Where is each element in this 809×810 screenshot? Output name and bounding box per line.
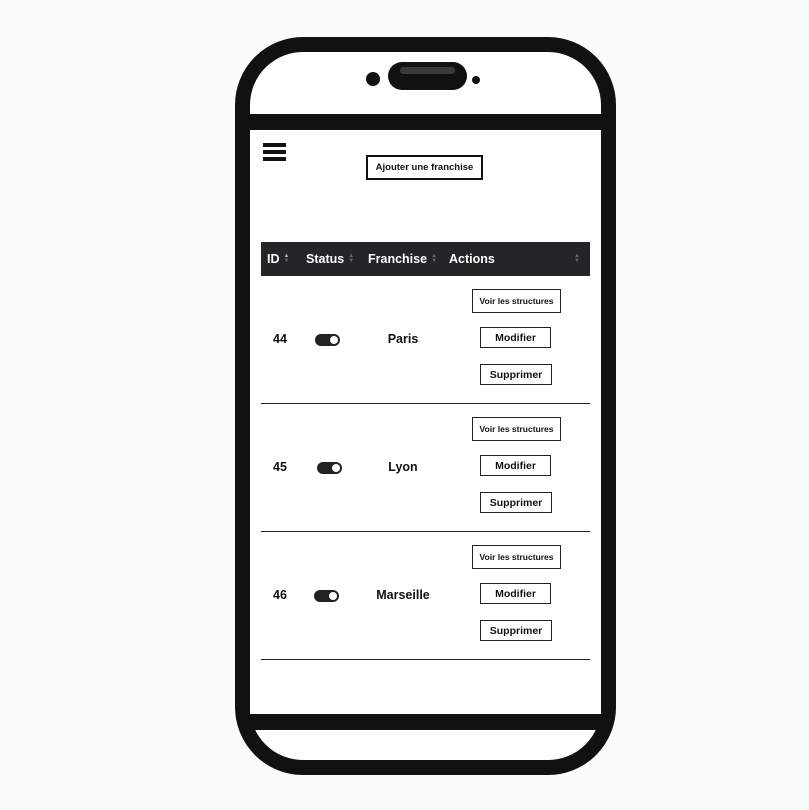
bottom-bezel-bar: [250, 714, 601, 730]
table-row: 46 Marseille Voir les structures Modifie…: [261, 532, 590, 660]
column-header-status[interactable]: Status ▲ ▼: [306, 242, 354, 276]
column-header-franchise[interactable]: Franchise ▲ ▼: [368, 242, 437, 276]
top-bezel-bar: [250, 114, 601, 130]
view-structures-button[interactable]: Voir les structures: [472, 289, 561, 313]
table-row: 45 Lyon Voir les structures Modifier Sup…: [261, 404, 590, 532]
column-header-actions: Actions: [449, 252, 495, 266]
sort-arrows-icon[interactable]: ▲ ▼: [284, 253, 290, 264]
edit-button[interactable]: Modifier: [480, 455, 551, 476]
delete-button[interactable]: Supprimer: [480, 620, 552, 641]
edit-button[interactable]: Modifier: [480, 327, 551, 348]
app-screen: Ajouter une franchise ID ▲ ▼ Status ▲ ▼ Fr…: [250, 130, 601, 714]
franchise-name: Paris: [387, 332, 419, 346]
speaker-pill: [388, 62, 467, 90]
sort-arrows-icon[interactable]: ▲ ▼: [574, 242, 580, 276]
view-structures-button[interactable]: Voir les structures: [472, 545, 561, 569]
sort-arrows-icon[interactable]: ▲ ▼: [431, 253, 437, 264]
edit-button[interactable]: Modifier: [480, 583, 551, 604]
status-toggle-icon[interactable]: [315, 334, 340, 346]
table-row: 44 Paris Voir les structures Modifier Su…: [261, 276, 590, 404]
franchise-name: Lyon: [388, 460, 418, 474]
row-id: 45: [273, 460, 287, 474]
phone-frame: Ajouter une franchise ID ▲ ▼ Status ▲ ▼ Fr…: [235, 37, 616, 775]
franchise-name: Marseille: [376, 588, 430, 602]
front-camera-icon: [366, 72, 380, 86]
hamburger-menu-icon[interactable]: [263, 143, 286, 161]
add-franchise-button[interactable]: Ajouter une franchise: [366, 155, 483, 180]
column-header-id[interactable]: ID ▲ ▼: [267, 242, 289, 276]
status-toggle-icon[interactable]: [317, 462, 342, 474]
sensor-dot-icon: [472, 76, 480, 84]
delete-button[interactable]: Supprimer: [480, 492, 552, 513]
delete-button[interactable]: Supprimer: [480, 364, 552, 385]
table-header: ID ▲ ▼ Status ▲ ▼ Franchise ▲ ▼ Actions ▲ ▼: [261, 242, 590, 276]
row-id: 44: [273, 332, 287, 346]
sort-arrows-icon[interactable]: ▲ ▼: [348, 253, 354, 264]
status-toggle-icon[interactable]: [314, 590, 339, 602]
view-structures-button[interactable]: Voir les structures: [472, 417, 561, 441]
row-id: 46: [273, 588, 287, 602]
